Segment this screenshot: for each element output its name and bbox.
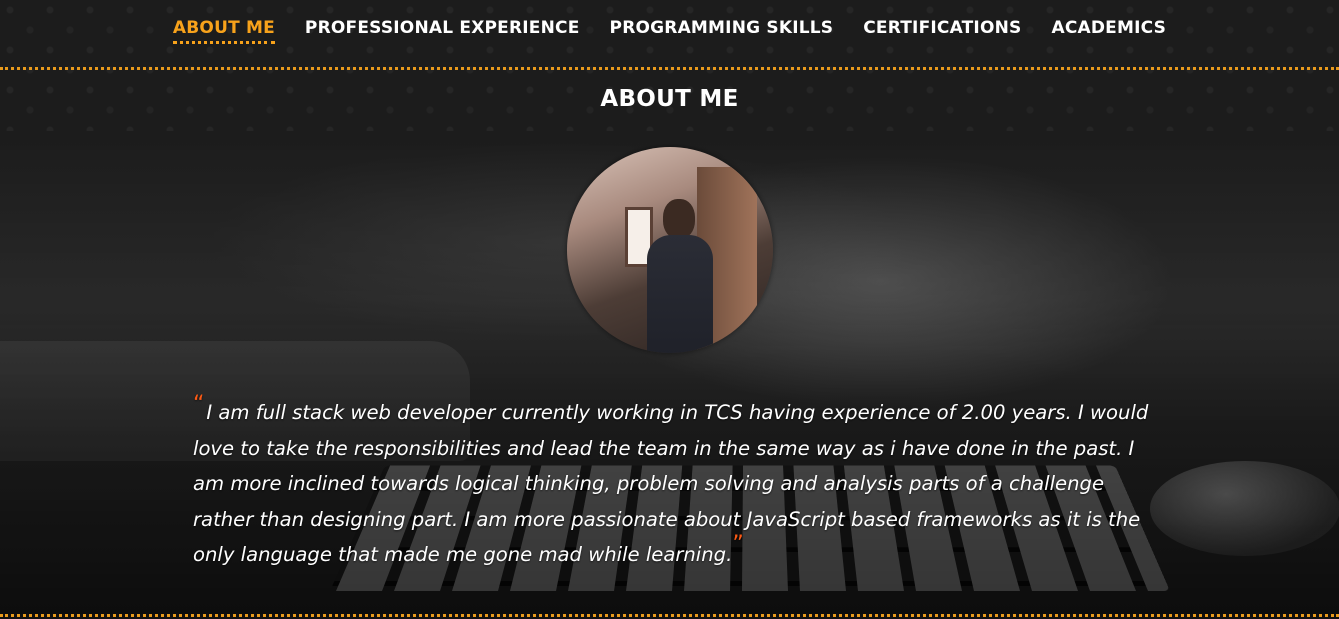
nav-professional-experience[interactable]: PROFESSIONAL EXPERIENCE xyxy=(305,14,580,44)
photo-person-body xyxy=(647,235,713,353)
about-text: I am full stack web developer currently … xyxy=(193,401,1149,566)
nav-divider xyxy=(0,67,1339,70)
site-header: ABOUT ME PROFESSIONAL EXPERIENCE PROGRAM… xyxy=(0,0,1339,131)
nav-academics[interactable]: ACADEMICS xyxy=(1051,14,1166,44)
profile-photo xyxy=(567,147,773,353)
nav-programming-skills[interactable]: PROGRAMMING SKILLS xyxy=(610,14,834,44)
nav-about-me[interactable]: ABOUT ME xyxy=(172,14,275,44)
section-title: ABOUT ME xyxy=(600,86,739,112)
main-nav: ABOUT ME PROFESSIONAL EXPERIENCE PROGRAM… xyxy=(0,14,1339,44)
about-quote: “I am full stack web developer currently… xyxy=(193,392,1153,573)
photo-person-head xyxy=(663,199,695,239)
footer-divider xyxy=(0,614,1339,617)
nav-certifications[interactable]: CERTIFICATIONS xyxy=(863,14,1021,44)
open-quote-icon: “ xyxy=(193,392,205,417)
about-section: “I am full stack web developer currently… xyxy=(0,131,1339,614)
close-quote-icon: ” xyxy=(732,532,744,557)
